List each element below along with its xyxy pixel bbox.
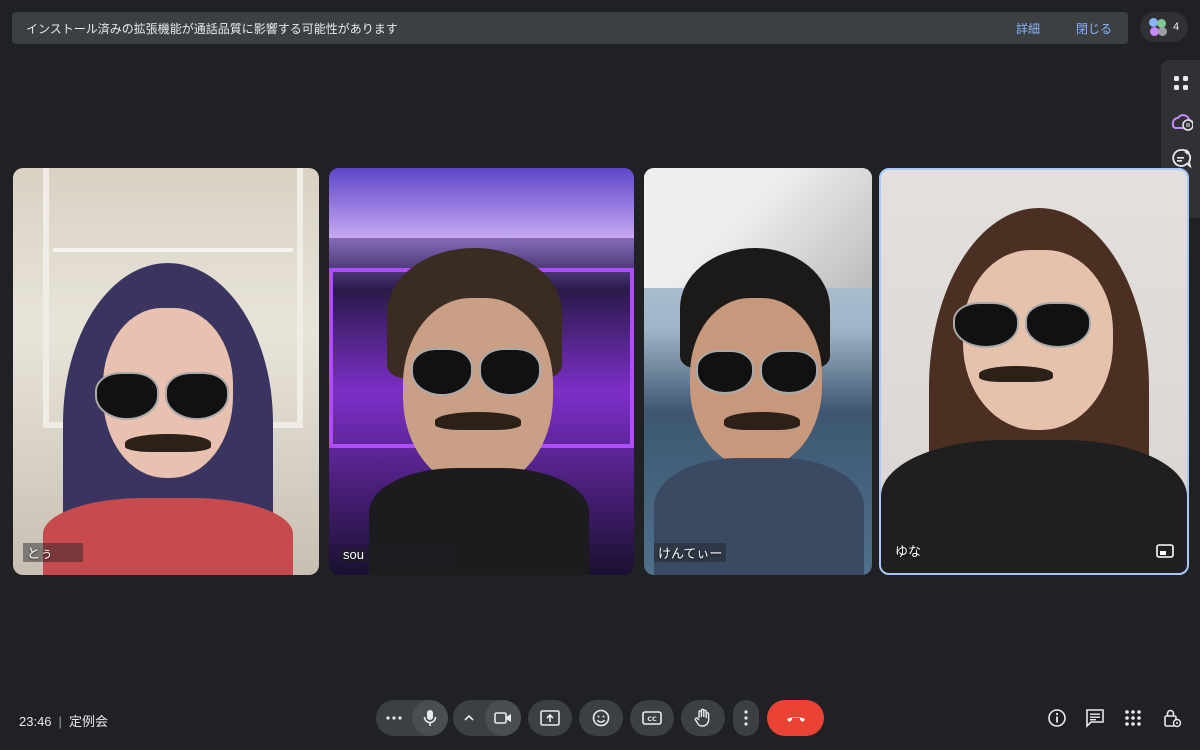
picture-in-picture-icon[interactable] [1155, 541, 1175, 561]
microphone-icon[interactable] [412, 700, 448, 736]
mustache [435, 412, 521, 430]
close-banner-button[interactable]: 閉じる [1076, 20, 1112, 37]
sunglasses [411, 348, 541, 396]
participant-tile-1[interactable]: とぅ [13, 168, 319, 575]
present-screen-icon[interactable] [528, 700, 572, 736]
sunglasses [953, 302, 1091, 348]
participant-tile-4[interactable]: ゆな [879, 168, 1189, 575]
end-call-icon [786, 717, 805, 722]
participant-tile-2[interactable]: sou [329, 168, 634, 575]
raise-hand-icon[interactable] [681, 700, 725, 736]
more-vertical-icon[interactable] [733, 700, 759, 736]
sunglasses [95, 372, 229, 420]
participant-avatars-icon [1148, 18, 1167, 36]
cloud-effects-icon[interactable] [1167, 106, 1195, 134]
mustache [979, 366, 1053, 382]
camera-icon[interactable] [485, 700, 521, 736]
activities-icon[interactable] [1123, 708, 1143, 728]
sunglasses [696, 350, 818, 394]
participant-tile-3[interactable]: けんてぃー [644, 168, 872, 575]
extension-warning-banner: インストール済みの拡張機能が通話品質に影響する可能性があります 詳細 閉じる [12, 12, 1128, 44]
svg-text:CC: CC [647, 715, 657, 723]
meeting-info: 23:46 | 定例会 [19, 714, 108, 729]
more-horizontal-icon[interactable] [376, 716, 412, 720]
participant-name: とぅ [23, 543, 84, 562]
details-button[interactable]: 詳細 [1016, 20, 1040, 37]
cloud-ceiling-background [329, 168, 634, 238]
participant-name: けんてぃー [654, 543, 727, 562]
current-time: 23:46 [19, 714, 52, 729]
mic-control-group [376, 700, 448, 736]
meeting-title: 定例会 [68, 714, 108, 729]
banner-message: インストール済みの拡張機能が通話品質に影響する可能性があります [26, 21, 398, 36]
participants-chip[interactable]: 4 [1140, 12, 1188, 42]
mustache [724, 412, 800, 430]
info-icon[interactable] [1047, 708, 1067, 728]
chat-icon[interactable] [1085, 708, 1105, 728]
end-call-button[interactable] [767, 700, 824, 736]
bottom-control-bar: 23:46 | 定例会 CC [0, 690, 1200, 750]
participant-name: ゆな [891, 541, 952, 560]
emoji-icon[interactable] [579, 700, 623, 736]
participant-name: sou [339, 547, 454, 562]
participants-count: 4 [1172, 21, 1180, 33]
host-controls-lock-icon[interactable] [1162, 708, 1182, 728]
mustache [125, 434, 211, 452]
chevron-up-icon[interactable] [453, 715, 485, 721]
camera-control-group [453, 700, 521, 736]
apps-grid-icon[interactable] [1167, 69, 1195, 97]
captions-icon[interactable]: CC [630, 700, 674, 736]
